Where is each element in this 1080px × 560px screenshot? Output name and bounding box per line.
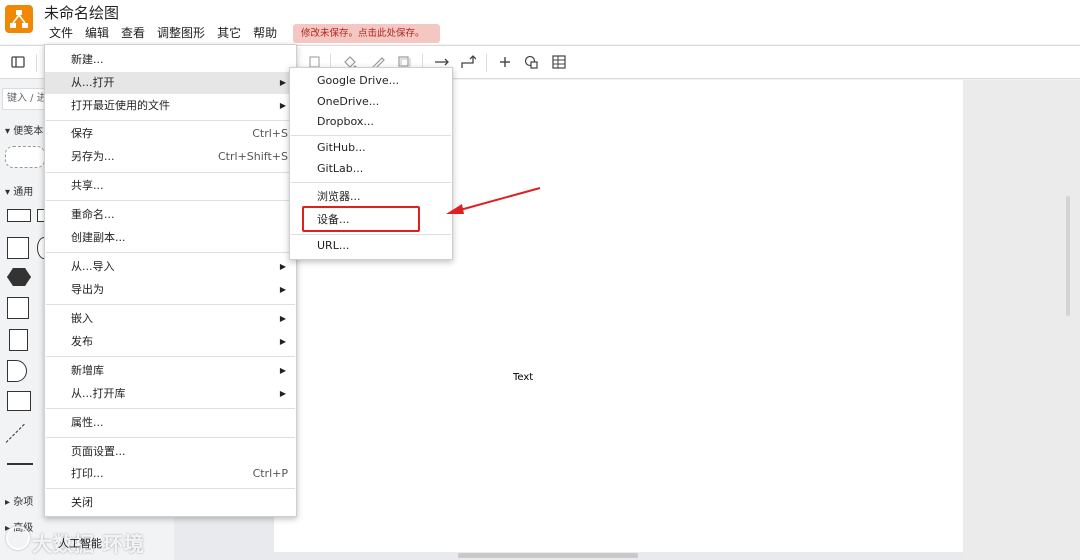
section-scratchpad[interactable]: ▾ 便笺本 xyxy=(5,122,43,137)
submenu-arrow-icon: ▶ xyxy=(279,78,286,87)
submenu-arrow-icon: ▶ xyxy=(279,389,286,398)
menu-separator xyxy=(46,304,295,305)
menu-item-open-from[interactable]: 从...打开 ▶ xyxy=(45,72,296,94)
rectangle-shape[interactable] xyxy=(7,209,31,222)
format-panel-area xyxy=(963,80,1080,560)
menu-separator xyxy=(46,488,295,489)
device-highlight-box xyxy=(302,206,420,232)
shortcut-label: Ctrl+S xyxy=(252,127,288,140)
menu-separator xyxy=(46,356,295,357)
menu-item-export-as[interactable]: 导出为 ▶ xyxy=(45,279,296,301)
menu-item-save[interactable]: 保存 Ctrl+S xyxy=(45,123,296,145)
menu-edit[interactable]: 编辑 xyxy=(79,24,115,44)
vertical-scrollbar[interactable] xyxy=(1066,196,1070,316)
menu-file[interactable]: 文件 xyxy=(44,24,79,44)
submenu-item-url[interactable]: URL... xyxy=(290,235,452,257)
submenu-arrow-icon: ▶ xyxy=(279,314,286,323)
shape-sidebar: 键入 / 进 ▾ 便笺本 ▾ 通用 ▸ 杂项 ▸ 高级 xyxy=(0,80,45,560)
unsaved-changes-banner[interactable]: 修改未保存。点击此处保存。 xyxy=(293,24,440,43)
menu-item-rename[interactable]: 重命名... xyxy=(45,204,296,226)
toolbar-divider xyxy=(36,54,37,72)
hexagon-shape[interactable] xyxy=(7,268,31,286)
menu-item-print[interactable]: 打印... Ctrl+P xyxy=(45,463,296,485)
waypoint-icon[interactable] xyxy=(460,54,477,70)
shape-search-input[interactable]: 键入 / 进 xyxy=(2,88,45,110)
submenu-item-google-drive[interactable]: Google Drive... xyxy=(290,70,452,92)
section-general[interactable]: ▾ 通用 xyxy=(5,183,33,198)
menu-item-new-library[interactable]: 新增库 ▶ xyxy=(45,360,296,382)
menu-item-new[interactable]: 新建... xyxy=(45,49,296,71)
submenu-item-dropbox[interactable]: Dropbox... xyxy=(290,111,452,133)
shapes-icon[interactable] xyxy=(523,54,539,70)
shortcut-label: Ctrl+Shift+S xyxy=(218,150,288,163)
menu-item-embed[interactable]: 嵌入 ▶ xyxy=(45,308,296,330)
menu-extras[interactable]: 其它 xyxy=(211,24,247,44)
underlying-panel-text: 人工智能 xyxy=(58,537,102,550)
submenu-arrow-icon: ▶ xyxy=(279,337,286,346)
submenu-item-github[interactable]: GitHub... xyxy=(290,137,452,159)
submenu-arrow-icon: ▶ xyxy=(279,262,286,271)
menu-help[interactable]: 帮助 xyxy=(247,24,283,44)
submenu-arrow-icon: ▶ xyxy=(279,285,286,294)
watermark-mascot-icon xyxy=(6,526,30,550)
menu-item-page-setup[interactable]: 页面设置... xyxy=(45,441,296,463)
submenu-item-onedrive[interactable]: OneDrive... xyxy=(290,91,452,113)
window-shape[interactable] xyxy=(7,391,31,411)
menu-item-import-from[interactable]: 从...导入 ▶ xyxy=(45,256,296,278)
square-shape[interactable] xyxy=(7,237,29,259)
menu-item-close[interactable]: 关闭 xyxy=(45,492,296,514)
menu-item-publish[interactable]: 发布 ▶ xyxy=(45,331,296,353)
sidebar-toggle-icon[interactable] xyxy=(10,54,26,70)
menu-item-save-as[interactable]: 另存为... Ctrl+Shift+S xyxy=(45,146,296,168)
menubar: 文件 编辑 查看 调整图形 其它 帮助 xyxy=(44,24,283,44)
menu-view[interactable]: 查看 xyxy=(115,24,151,44)
container-shape[interactable] xyxy=(7,297,29,319)
horizontal-scrollbar[interactable] xyxy=(458,553,638,558)
line-shape[interactable] xyxy=(7,463,33,465)
menu-arrange[interactable]: 调整图形 xyxy=(151,24,211,44)
menu-item-open-recent[interactable]: 打开最近使用的文件 ▶ xyxy=(45,95,296,117)
submenu-item-browser[interactable]: 浏览器... xyxy=(290,186,452,208)
scratchpad-dropzone[interactable] xyxy=(5,146,45,168)
menu-separator xyxy=(46,200,295,201)
annotation-arrow-icon xyxy=(446,187,541,214)
menu-item-make-copy[interactable]: 创建副本... xyxy=(45,227,296,249)
document-title[interactable]: 未命名绘图 xyxy=(44,2,119,23)
menu-separator xyxy=(46,120,295,121)
menu-separator xyxy=(46,252,295,253)
dashed-line-shape[interactable] xyxy=(5,423,25,443)
submenu-arrow-icon: ▶ xyxy=(279,366,286,375)
menu-item-open-library[interactable]: 从...打开库 ▶ xyxy=(45,383,296,405)
title-bar: 未命名绘图 文件 编辑 查看 调整图形 其它 帮助 修改未保存。点击此处保存。 xyxy=(0,0,1080,44)
menu-separator xyxy=(46,437,295,438)
menu-separator xyxy=(291,135,451,136)
submenu-item-gitlab[interactable]: GitLab... xyxy=(290,158,452,180)
toolbar-divider xyxy=(486,54,487,72)
menu-separator xyxy=(46,172,295,173)
delay-shape[interactable] xyxy=(7,360,27,382)
insert-plus-icon[interactable] xyxy=(497,54,513,70)
shortcut-label: Ctrl+P xyxy=(252,467,288,480)
note-shape[interactable] xyxy=(9,329,28,351)
menu-item-share[interactable]: 共享... xyxy=(45,175,296,197)
menu-separator xyxy=(291,182,451,183)
canvas-text-element[interactable]: Text xyxy=(513,372,533,383)
table-icon[interactable] xyxy=(551,54,567,70)
file-menu: 新建... 从...打开 ▶ 打开最近使用的文件 ▶ 保存 Ctrl+S 另存为...… xyxy=(44,44,297,517)
section-misc[interactable]: ▸ 杂项 xyxy=(5,493,33,508)
menu-separator xyxy=(46,408,295,409)
app-logo-icon[interactable] xyxy=(5,5,33,33)
submenu-arrow-icon: ▶ xyxy=(279,101,286,110)
menu-item-properties[interactable]: 属性... xyxy=(45,412,296,434)
